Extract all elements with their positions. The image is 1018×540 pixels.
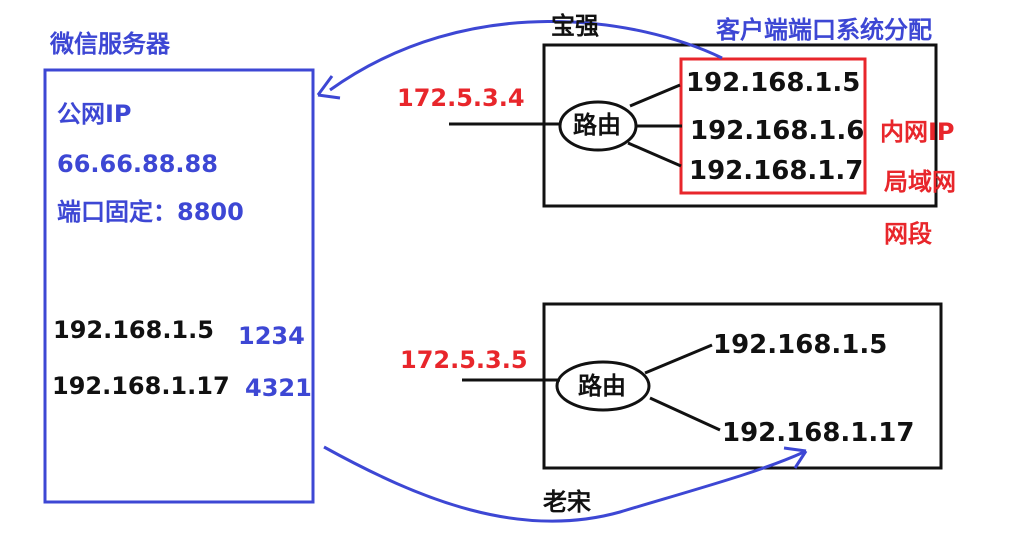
lan-label: 局域网 — [884, 168, 956, 196]
top-host-2: 192.168.1.6 — [690, 116, 865, 146]
client-port-note: 客户端端口系统分配 — [716, 16, 932, 44]
server-public-ip: 66.66.88.88 — [57, 150, 218, 178]
bottom-router-label: 路由 — [578, 372, 626, 400]
segment-label: 网段 — [884, 220, 932, 248]
bottom-owner-label: 老宋 — [543, 488, 591, 516]
top-owner-label: 宝强 — [551, 12, 599, 40]
mapping-ip-1: 192.168.1.5 — [53, 316, 214, 344]
top-public-ip: 172.5.3.4 — [397, 84, 525, 112]
diagram-canvas — [43, 20, 943, 523]
server-port-fixed: 端口固定：8800 — [57, 198, 244, 226]
bottom-host-1: 192.168.1.5 — [713, 330, 888, 360]
bottom-host-2: 192.168.1.17 — [722, 418, 915, 448]
top-host-3: 192.168.1.7 — [689, 156, 864, 186]
bottom-wire-host1 — [644, 343, 713, 375]
server-box — [43, 68, 315, 504]
mapping-port-1: 1234 — [238, 322, 305, 350]
top-router-label: 路由 — [573, 111, 621, 139]
arrow-client-to-server — [329, 20, 723, 92]
top-host-1: 192.168.1.5 — [686, 68, 861, 98]
mapping-port-2: 4321 — [245, 374, 312, 402]
bottom-wire-host2 — [649, 396, 721, 432]
intranet-ip-label: 内网IP — [880, 118, 955, 146]
server-public-ip-label: 公网IP — [57, 100, 132, 128]
server-title: 微信服务器 — [50, 30, 170, 58]
top-wire-host1 — [629, 83, 681, 108]
bottom-public-ip: 172.5.3.5 — [400, 346, 528, 374]
mapping-ip-2: 192.168.1.17 — [52, 372, 230, 400]
top-wire-host3 — [627, 141, 682, 168]
